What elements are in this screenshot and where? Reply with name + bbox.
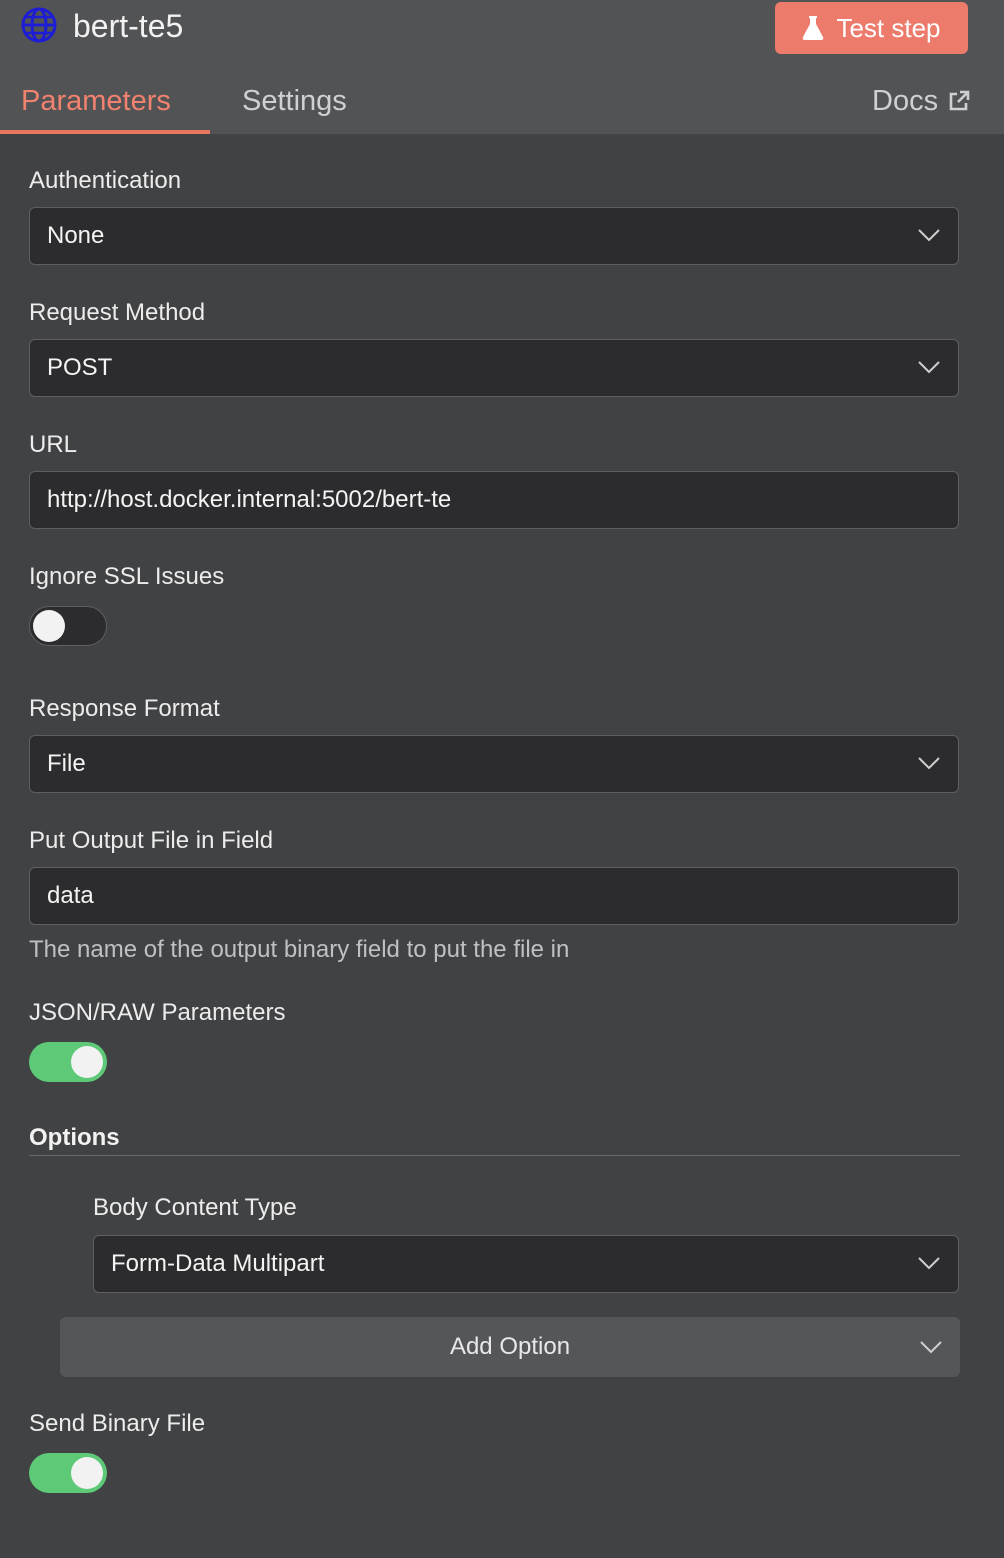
request-method-value: POST (47, 354, 113, 381)
toggle-knob (33, 610, 65, 642)
request-method-select[interactable]: POST (29, 339, 959, 397)
external-link-icon (949, 90, 970, 111)
active-tab-indicator (0, 130, 210, 134)
url-value: http://host.docker.internal:5002/bert-te (47, 486, 452, 513)
options-title: Options (29, 1124, 120, 1151)
add-option-label: Add Option (449, 1333, 571, 1360)
chevron-down-icon (918, 361, 940, 374)
response-format-value: File (47, 750, 86, 777)
authentication-select[interactable]: None (29, 207, 959, 265)
toggle-knob (71, 1457, 103, 1489)
chevron-down-icon (918, 757, 940, 770)
send-binary-toggle[interactable] (29, 1453, 107, 1493)
ignore-ssl-toggle[interactable] (29, 606, 107, 646)
response-format-select[interactable]: File (29, 735, 959, 793)
output-field-value: data (47, 882, 94, 909)
authentication-label: Authentication (29, 167, 182, 194)
output-field-hint: The name of the output binary field to p… (29, 936, 570, 963)
url-input[interactable]: http://host.docker.internal:5002/bert-te (29, 471, 959, 529)
send-binary-label: Send Binary File (29, 1410, 206, 1437)
node-header: bert-te5 Test step Parameters Settings D… (0, 0, 1004, 134)
test-step-button[interactable]: Test step (775, 2, 968, 54)
output-field-label: Put Output File in Field (29, 827, 274, 854)
chevron-down-icon (918, 1257, 940, 1270)
body-content-type-select[interactable]: Form-Data Multipart (93, 1235, 959, 1293)
add-option-button[interactable]: Add Option (60, 1317, 960, 1377)
options-divider (29, 1155, 960, 1156)
response-format-label: Response Format (29, 695, 220, 722)
ignore-ssl-label: Ignore SSL Issues (29, 563, 225, 590)
authentication-value: None (47, 222, 105, 249)
body-content-type-label: Body Content Type (93, 1194, 297, 1221)
json-raw-toggle[interactable] (29, 1042, 107, 1082)
url-label: URL (29, 431, 78, 458)
globe-icon (21, 7, 57, 43)
test-step-label: Test step (836, 12, 941, 43)
flask-icon (803, 16, 824, 40)
toggle-knob (71, 1046, 103, 1078)
request-method-label: Request Method (29, 299, 206, 326)
chevron-down-icon (920, 1341, 942, 1354)
docs-link[interactable]: Docs (872, 80, 970, 122)
docs-label: Docs (872, 85, 939, 117)
json-raw-label: JSON/RAW Parameters (29, 999, 286, 1026)
chevron-down-icon (918, 229, 940, 242)
node-title[interactable]: bert-te5 (73, 6, 183, 46)
tab-settings[interactable]: Settings (242, 80, 347, 122)
output-field-input[interactable]: data (29, 867, 959, 925)
tab-parameters[interactable]: Parameters (21, 80, 171, 122)
body-content-type-value: Form-Data Multipart (111, 1250, 325, 1277)
